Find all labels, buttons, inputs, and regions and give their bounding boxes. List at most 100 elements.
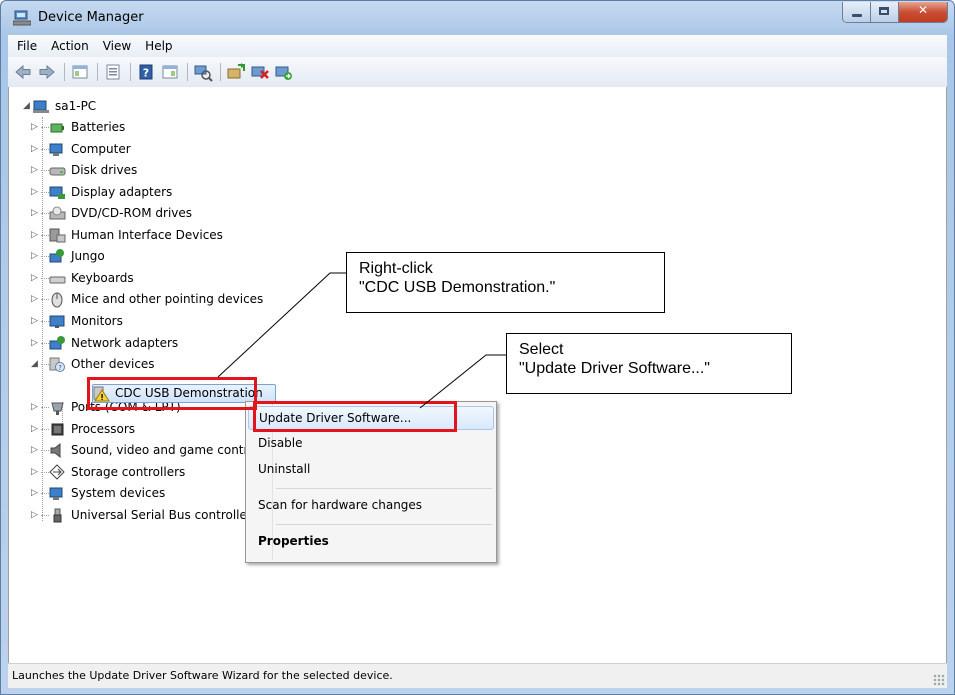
tree-item-label: Universal Serial Bus controllers (71, 508, 259, 522)
expand-arrow-icon[interactable]: ▷ (31, 511, 40, 520)
menu-separator (276, 524, 492, 525)
monitor-icon (49, 315, 65, 328)
callout-right-click-line1: Right-click (359, 260, 433, 277)
device-tree[interactable]: ◢ sa1-PC ▷ Batteries ▷ Computer ▷ Disk drives ▷ D… (8, 87, 947, 664)
expand-arrow-icon[interactable]: ▷ (31, 317, 40, 326)
disk-drive-icon (49, 167, 66, 176)
tree-connector-tick (41, 278, 49, 279)
tree-connector-tick (41, 192, 49, 193)
port-icon (51, 402, 64, 415)
expand-arrow-icon[interactable]: ▷ (31, 295, 40, 304)
maximize-icon (879, 7, 889, 15)
system-device-icon (49, 487, 63, 500)
device-manager-window: Device Manager ✕ File Action View Help ? (0, 0, 955, 695)
expand-arrow-icon[interactable]: ▷ (31, 123, 40, 132)
tree-connector-tick (41, 213, 49, 214)
title-bar[interactable]: Device Manager ✕ (1, 1, 954, 35)
action-pane-icon[interactable] (159, 61, 181, 83)
tree-item-label: Keyboards (71, 271, 134, 285)
tree-connector-tick (41, 407, 49, 408)
window-title: Device Manager (38, 10, 144, 25)
tree-connector-tick (41, 299, 49, 300)
usb-icon (53, 508, 62, 523)
tree-item-label: Mice and other pointing devices (71, 292, 264, 306)
unknown-device-icon: ? (49, 357, 65, 372)
minimize-button[interactable] (843, 2, 871, 22)
show-hide-console-tree-icon[interactable] (69, 61, 91, 83)
maximize-button[interactable] (871, 2, 899, 22)
menu-separator (276, 488, 492, 489)
menu-item-uninstall[interactable]: Uninstall (248, 457, 494, 481)
toolbar-separator (97, 63, 98, 81)
processor-icon (51, 423, 64, 436)
expand-arrow-icon[interactable]: ▷ (31, 166, 40, 175)
network-adapter-icon (49, 336, 65, 350)
expand-arrow-icon[interactable]: ▷ (31, 209, 40, 218)
dvd-drive-icon (49, 206, 66, 220)
client-area: File Action View Help ? ◢ sa1-PC ▷ Batte… (8, 35, 947, 688)
tree-item-label: System devices (71, 486, 166, 500)
tree-connector-line (42, 117, 43, 521)
expand-arrow-icon[interactable]: ▷ (31, 188, 40, 197)
menu-file[interactable]: File (10, 35, 44, 57)
callout-right-click: Right-click "CDC USB Demonstration." (346, 252, 665, 313)
tree-item-label: Computer (71, 142, 131, 156)
tree-item-label: Other devices (71, 357, 155, 371)
expand-arrow-icon[interactable]: ▷ (31, 252, 40, 261)
expand-arrow-icon[interactable]: ▷ (31, 339, 40, 348)
menu-item-scan-hardware[interactable]: Scan for hardware changes (248, 493, 494, 517)
collapse-arrow-icon[interactable]: ◢ (31, 360, 40, 369)
expand-arrow-icon[interactable]: ▷ (31, 425, 40, 434)
menu-item-properties[interactable]: Properties (248, 529, 494, 553)
resize-grip-icon[interactable] (933, 674, 945, 686)
scan-hardware-icon[interactable] (192, 61, 214, 83)
toolbar-separator (220, 63, 221, 81)
enable-device-icon[interactable] (273, 61, 295, 83)
expand-arrow-icon[interactable]: ▷ (31, 274, 40, 283)
status-bar: Launches the Update Driver Software Wiza… (8, 663, 947, 688)
tree-connector-tick (41, 321, 49, 322)
toolbar-separator (130, 63, 131, 81)
callout-select-line1: Select (519, 341, 564, 358)
device-manager-icon (13, 10, 31, 26)
tree-item-label: Disk drives (71, 163, 138, 177)
menu-view[interactable]: View (96, 35, 138, 57)
back-icon[interactable] (12, 61, 34, 83)
tree-connector-tick (41, 170, 49, 171)
svg-text:?: ? (143, 67, 149, 80)
tree-item-label: Display adapters (71, 185, 173, 199)
close-button[interactable]: ✕ (899, 2, 947, 22)
display-adapter-icon (49, 186, 65, 199)
expand-arrow-icon[interactable]: ▷ (31, 403, 40, 412)
battery-icon (50, 123, 64, 133)
tree-connector-tick (41, 450, 49, 451)
tree-item-label: Jungo (71, 249, 105, 263)
tree-connector-tick (41, 364, 49, 365)
expand-arrow-icon[interactable]: ▷ (31, 446, 40, 455)
tree-item-label: Storage controllers (71, 465, 186, 479)
tree-connector-tick (41, 472, 49, 473)
mouse-icon (51, 292, 63, 308)
uninstall-icon[interactable] (249, 61, 271, 83)
properties-icon[interactable] (102, 61, 124, 83)
keyboard-icon (49, 276, 66, 284)
menu-action[interactable]: Action (44, 35, 96, 57)
expand-arrow-icon[interactable]: ▷ (31, 145, 40, 154)
tree-item-label: DVD/CD-ROM drives (71, 206, 193, 220)
computer-icon (33, 100, 49, 113)
menu-item-disable[interactable]: Disable (248, 431, 494, 455)
expand-arrow-icon[interactable]: ▷ (31, 489, 40, 498)
collapse-arrow-icon[interactable]: ◢ (23, 102, 32, 111)
highlight-update-driver-software (253, 401, 457, 432)
expand-arrow-icon[interactable]: ▷ (31, 231, 40, 240)
callout-select-line2: "Update Driver Software..." (519, 360, 710, 377)
help-icon[interactable]: ? (135, 61, 157, 83)
menu-bar: File Action View Help (8, 35, 947, 57)
callout-select: Select "Update Driver Software..." (506, 333, 792, 394)
forward-icon[interactable] (36, 61, 58, 83)
sound-icon (50, 442, 61, 459)
expand-arrow-icon[interactable]: ▷ (31, 468, 40, 477)
update-driver-icon[interactable] (225, 61, 247, 83)
menu-help[interactable]: Help (138, 35, 179, 57)
toolbar-separator (64, 63, 65, 81)
